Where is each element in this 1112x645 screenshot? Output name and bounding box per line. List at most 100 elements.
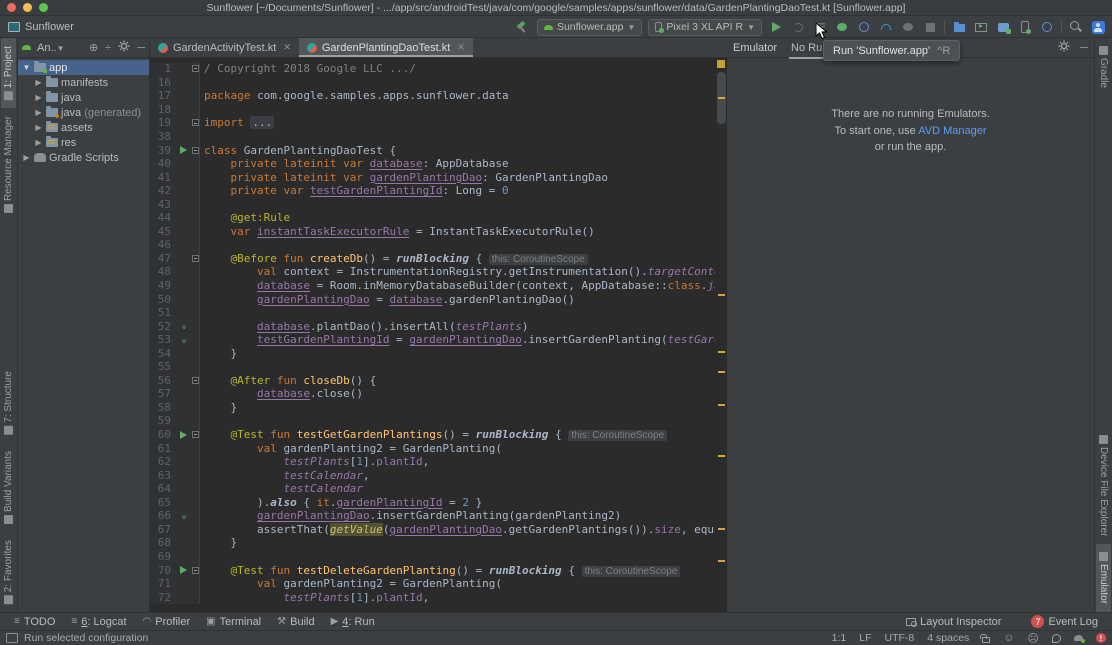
tree-expand-arrow[interactable]: ▶ — [34, 123, 43, 132]
search-everywhere-icon[interactable] — [1068, 19, 1084, 35]
encoding-indicator[interactable]: UTF-8 — [885, 632, 915, 644]
fold-column[interactable] — [191, 62, 200, 76]
fold-column[interactable] — [191, 170, 200, 184]
run-test-gutter-icon[interactable] — [176, 428, 191, 442]
stop-button[interactable] — [922, 19, 938, 35]
project-structure-icon[interactable] — [951, 19, 967, 35]
error-stripe[interactable] — [715, 58, 727, 612]
fold-column[interactable] — [191, 130, 200, 144]
tool-stripe-button-gradle[interactable]: Gradle — [1096, 38, 1111, 96]
fold-column[interactable] — [191, 496, 200, 510]
sad-face-icon[interactable]: ☹ — [1028, 632, 1039, 645]
tool-window-button-6-logcat[interactable]: ≡6: Logcat — [63, 613, 134, 630]
project-view-selector[interactable]: An..▼ — [37, 42, 65, 54]
fold-column[interactable] — [191, 225, 200, 239]
fold-column[interactable] — [191, 509, 200, 523]
tool-window-button-profiler[interactable]: ◠Profiler — [135, 613, 199, 630]
fold-column[interactable] — [191, 387, 200, 401]
tree-expand-arrow[interactable]: ▶ — [34, 108, 43, 117]
apply-changes-icon[interactable] — [790, 19, 806, 35]
tool-stripe-button-emulator[interactable]: Emulator — [1096, 544, 1111, 612]
tree-item-gradle-scripts[interactable]: ▶Gradle Scripts — [18, 150, 149, 165]
attach-debugger-icon[interactable] — [856, 19, 872, 35]
attach-profiler-icon[interactable] — [1039, 19, 1055, 35]
fold-column[interactable] — [191, 197, 200, 211]
fold-column[interactable] — [191, 536, 200, 550]
fold-column[interactable] — [191, 346, 200, 360]
fold-column[interactable] — [191, 414, 200, 428]
tool-window-button-todo[interactable]: ≡TODO — [6, 613, 63, 630]
editor-tab-gardenactivitytest-kt[interactable]: GardenActivityTest.kt✕ — [150, 38, 299, 57]
collapse-all-icon[interactable]: ÷ — [105, 42, 111, 54]
tool-window-button-terminal[interactable]: ▣Terminal — [198, 613, 269, 630]
fold-column[interactable] — [191, 428, 200, 442]
fold-column[interactable] — [191, 292, 200, 306]
run-test-gutter-icon[interactable] — [176, 563, 191, 577]
tool-stripe-button-2-favorites[interactable]: 2: Favorites — [1, 532, 16, 612]
fold-column[interactable] — [191, 577, 200, 591]
caret-position-indicator[interactable]: 1:1 — [832, 632, 847, 644]
tool-window-button-layout-inspector[interactable]: Layout Inspector — [898, 616, 1009, 628]
close-tab-icon[interactable]: ✕ — [283, 42, 291, 53]
hide-panel-icon[interactable]: ─ — [1080, 42, 1088, 54]
error-notification-icon[interactable]: ! — [1096, 633, 1106, 643]
code-editor[interactable]: 1/ Copyright 2018 Google LLC .../1617pac… — [150, 58, 727, 612]
gear-icon[interactable] — [118, 40, 130, 55]
fold-column[interactable] — [191, 103, 200, 117]
fold-column[interactable] — [191, 211, 200, 225]
gear-icon[interactable] — [1058, 40, 1070, 55]
happy-face-icon[interactable]: ☺ — [1003, 632, 1014, 644]
fold-column[interactable] — [191, 143, 200, 157]
close-tab-icon[interactable]: ✕ — [457, 42, 465, 53]
tool-window-button-4-run[interactable]: ▶4: Run — [323, 613, 383, 630]
fold-column[interactable] — [191, 116, 200, 130]
tree-expand-arrow[interactable]: ▶ — [34, 138, 43, 147]
fold-column[interactable] — [191, 279, 200, 293]
fold-column[interactable] — [191, 563, 200, 577]
tool-stripe-button-build-variants[interactable]: Build Variants — [1, 443, 16, 532]
tree-item-manifests[interactable]: ▶manifests — [18, 75, 149, 90]
avd-manager-link[interactable]: AVD Manager — [918, 125, 986, 137]
editor-tab-gardenplantingdaotest-kt[interactable]: GardenPlantingDaoTest.kt✕ — [299, 38, 473, 57]
tool-window-button-event-log[interactable]: 7Event Log — [1023, 615, 1106, 628]
avd-manager-icon[interactable] — [973, 19, 989, 35]
tree-item-res[interactable]: ▶res — [18, 135, 149, 150]
tool-window-toggle-icon[interactable] — [6, 633, 18, 643]
run-configuration-select[interactable]: Sunflower.app ▼ — [537, 19, 642, 36]
tool-stripe-button-device-file-explorer[interactable]: Device File Explorer — [1096, 427, 1111, 544]
fold-column[interactable] — [191, 238, 200, 252]
fold-column[interactable] — [191, 550, 200, 564]
debug-button[interactable] — [834, 19, 850, 35]
fold-column[interactable] — [191, 76, 200, 90]
fold-column[interactable] — [191, 319, 200, 333]
fold-column[interactable] — [191, 441, 200, 455]
fold-column[interactable] — [191, 306, 200, 320]
tree-expand-arrow[interactable]: ▶ — [22, 153, 31, 162]
tree-item-java[interactable]: ▶java — [18, 90, 149, 105]
tool-stripe-button-1-project[interactable]: 1: Project — [1, 38, 16, 108]
fold-column[interactable] — [191, 468, 200, 482]
android-status-icon[interactable] — [1074, 635, 1083, 641]
build-hammer-icon[interactable] — [515, 19, 531, 35]
fold-column[interactable] — [191, 333, 200, 347]
fold-column[interactable] — [191, 455, 200, 469]
tree-expand-arrow[interactable]: ▶ — [34, 93, 43, 102]
line-separator-indicator[interactable]: LF — [859, 632, 871, 644]
fold-column[interactable] — [191, 89, 200, 103]
tree-item-assets[interactable]: ▶assets — [18, 120, 149, 135]
fold-column[interactable] — [191, 265, 200, 279]
fold-column[interactable] — [191, 157, 200, 171]
tool-stripe-button-resource-manager[interactable]: Resource Manager — [1, 108, 16, 221]
tree-item-app[interactable]: ▼app — [18, 60, 149, 75]
inspection-status-icon[interactable] — [717, 60, 725, 68]
fold-column[interactable] — [191, 523, 200, 537]
sdk-manager-icon[interactable] — [995, 19, 1011, 35]
tree-expand-arrow[interactable]: ▼ — [22, 63, 31, 72]
tool-window-button-build[interactable]: ⚒Build — [269, 613, 322, 630]
highlighting-level-icon[interactable] — [1052, 634, 1061, 643]
unlock-icon[interactable] — [982, 637, 990, 643]
profile-avatar-icon[interactable] — [1090, 19, 1106, 35]
fold-column[interactable] — [191, 374, 200, 388]
run-button[interactable] — [768, 19, 784, 35]
indent-indicator[interactable]: 4 spaces — [927, 632, 969, 644]
